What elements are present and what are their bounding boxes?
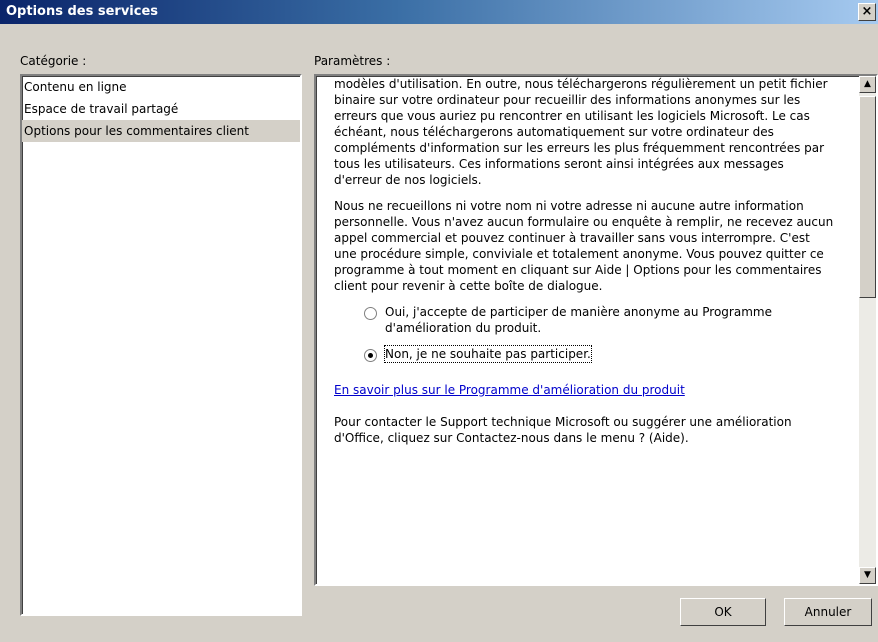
learn-more-link[interactable]: En savoir plus sur le Programme d'amélio…: [334, 382, 834, 398]
vertical-scrollbar[interactable]: ▲ ▼: [859, 76, 876, 584]
category-list[interactable]: Contenu en ligne Espace de travail parta…: [20, 74, 302, 616]
title-bar: Options des services ×: [0, 0, 878, 24]
paragraph-1: modèles d'utilisation. En outre, nous té…: [334, 77, 828, 187]
params-panel: modèles d'utilisation. En outre, nous té…: [314, 74, 878, 586]
radio-no-label[interactable]: Non, je ne souhaite pas participer.: [384, 345, 592, 363]
close-button[interactable]: ×: [858, 3, 876, 21]
radio-yes-label[interactable]: Oui, j'accepte de participer de manière …: [385, 304, 834, 336]
paragraph-3: Pour contacter le Support technique Micr…: [334, 415, 792, 445]
cancel-button[interactable]: Annuler: [784, 598, 872, 626]
scroll-thumb[interactable]: [859, 96, 876, 298]
paragraph-2: Nous ne recueillons ni votre nom ni votr…: [334, 199, 834, 293]
params-content: modèles d'utilisation. En outre, nous té…: [334, 76, 834, 456]
radio-no-row[interactable]: Non, je ne souhaite pas participer.: [364, 345, 834, 363]
params-label: Paramètres :: [314, 54, 391, 68]
scroll-down-icon[interactable]: ▼: [859, 567, 876, 584]
radio-no[interactable]: [364, 349, 377, 362]
radio-yes[interactable]: [364, 307, 377, 320]
ok-button[interactable]: OK: [680, 598, 766, 626]
category-item-espace[interactable]: Espace de travail partagé: [22, 98, 300, 120]
scroll-up-icon[interactable]: ▲: [859, 76, 876, 93]
window-title: Options des services: [6, 4, 159, 19]
category-label: Catégorie :: [20, 54, 87, 68]
category-item-options-commentaires[interactable]: Options pour les commentaires client: [22, 120, 300, 142]
radio-yes-row[interactable]: Oui, j'accepte de participer de manière …: [364, 304, 834, 336]
category-item-contenu[interactable]: Contenu en ligne: [22, 76, 300, 98]
